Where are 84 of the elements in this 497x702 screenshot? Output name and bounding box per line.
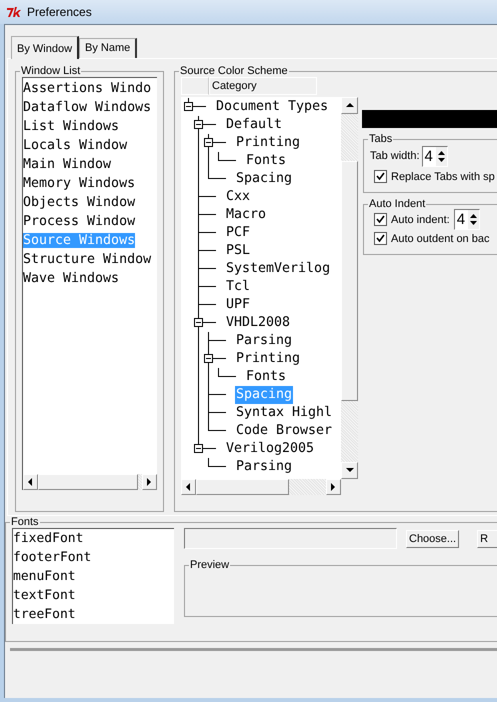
tree-item[interactable]: Default	[225, 116, 284, 134]
collapse-icon[interactable]	[194, 318, 203, 327]
down-arrow-icon[interactable]	[438, 158, 445, 162]
app-icon	[6, 6, 22, 18]
left-arrow-icon	[28, 478, 33, 486]
scroll-right-button[interactable]	[326, 479, 341, 495]
list-item[interactable]: Main Window	[23, 155, 157, 174]
list-item[interactable]: List Windows	[23, 117, 157, 136]
tree-item[interactable]: Cxx	[225, 188, 252, 206]
tree-item[interactable]: Parsing	[235, 332, 294, 350]
tree-item[interactable]: Fonts	[245, 368, 288, 386]
tree-item[interactable]: PCF	[225, 224, 252, 242]
list-item[interactable]: Objects Window	[23, 193, 157, 212]
group-title: Fonts	[10, 516, 40, 528]
collapse-icon[interactable]	[184, 102, 193, 111]
list-item[interactable]: Memory Windows	[23, 174, 157, 193]
down-arrow-icon[interactable]	[470, 221, 478, 225]
list-item[interactable]: Process Window	[23, 212, 157, 231]
spin-box[interactable]: 4	[454, 209, 480, 230]
spin-box[interactable]: 4	[422, 146, 448, 166]
collapse-icon[interactable]	[194, 444, 203, 453]
scroll-right-button[interactable]	[142, 474, 157, 490]
font-field[interactable]	[184, 528, 397, 549]
list-item[interactable]: Dataflow Windows	[23, 98, 157, 117]
group-title: Auto Indent	[368, 198, 426, 210]
group-title: Tabs	[368, 133, 394, 145]
right-arrow-icon	[147, 478, 152, 486]
column-header	[181, 77, 209, 95]
tree-item[interactable]: Document Types	[215, 98, 330, 116]
scrollbar-thumb[interactable]	[341, 161, 358, 401]
tree-item[interactable]: SystemVerilog	[225, 260, 332, 278]
scroll-down-button[interactable]	[341, 462, 358, 479]
tree-item[interactable]: Syntax Highl	[235, 404, 334, 422]
collapse-icon[interactable]	[204, 138, 213, 147]
window-title: Preferences	[27, 5, 92, 19]
list-item[interactable]: footerFont	[13, 548, 174, 567]
checkbox-label: Replace Tabs with sp	[391, 170, 495, 182]
checkbox-label: Auto outdent on bac	[391, 232, 490, 244]
tree-item[interactable]: PSL	[225, 242, 252, 260]
up-arrow-icon	[346, 103, 354, 108]
scroll-left-button[interactable]	[181, 479, 196, 495]
left-arrow-icon	[186, 483, 191, 491]
down-arrow-icon	[346, 468, 354, 473]
tree-item[interactable]: Spacing	[235, 170, 294, 188]
checkbox-label: Auto indent:	[391, 214, 450, 226]
list-item[interactable]: Structure Window	[23, 250, 157, 269]
tree-item[interactable]: Tcl	[225, 278, 252, 296]
tab[interactable]: By Name	[79, 38, 138, 58]
collapse-icon[interactable]	[204, 354, 213, 363]
tree-item[interactable]: Printing	[235, 350, 302, 368]
list-item[interactable]: Locals Window	[23, 136, 157, 155]
tree-item[interactable]: Parsing	[235, 458, 294, 476]
group-title: Window List	[20, 65, 82, 77]
tree-item[interactable]: VHDL2008	[225, 314, 292, 332]
list-item[interactable]: Wave Windows	[23, 269, 157, 288]
reset-button[interactable]: R	[477, 530, 497, 548]
list-item[interactable]: textFont	[13, 586, 174, 605]
tree-item[interactable]: Fonts	[245, 152, 288, 170]
tree-item[interactable]: Macro	[225, 206, 268, 224]
checkbox[interactable]	[374, 170, 387, 183]
tree-item[interactable]: Code Browser	[235, 422, 334, 440]
tree-item[interactable]: UPF	[225, 296, 252, 314]
up-arrow-icon[interactable]	[470, 214, 478, 218]
list-item[interactable]: Assertions Windo	[23, 79, 157, 98]
list-item[interactable]: treeFont	[13, 605, 174, 624]
list-item[interactable]: menuFont	[13, 567, 174, 586]
choose-button[interactable]: Choose...	[406, 530, 460, 548]
checkbox[interactable]	[374, 232, 387, 245]
field-label: Tab width:	[370, 150, 420, 162]
up-arrow-icon[interactable]	[438, 150, 445, 154]
tab[interactable]: By Window	[11, 36, 80, 59]
column-header: Category	[209, 77, 317, 95]
scrollbar-thumb[interactable]	[38, 474, 138, 490]
checkbox[interactable]	[374, 213, 387, 226]
tree-item[interactable]: Printing	[235, 134, 302, 152]
group-title: Preview	[189, 559, 230, 571]
right-arrow-icon	[331, 483, 336, 491]
scroll-left-button[interactable]	[23, 474, 38, 490]
group-title: Source Color Scheme	[179, 65, 289, 77]
scrollbar-thumb[interactable]	[196, 479, 289, 495]
collapse-icon[interactable]	[194, 120, 203, 129]
scroll-up-button[interactable]	[341, 97, 358, 114]
list-item[interactable]: fixedFont	[13, 529, 174, 548]
tree-item[interactable]: Verilog2005	[225, 440, 316, 458]
